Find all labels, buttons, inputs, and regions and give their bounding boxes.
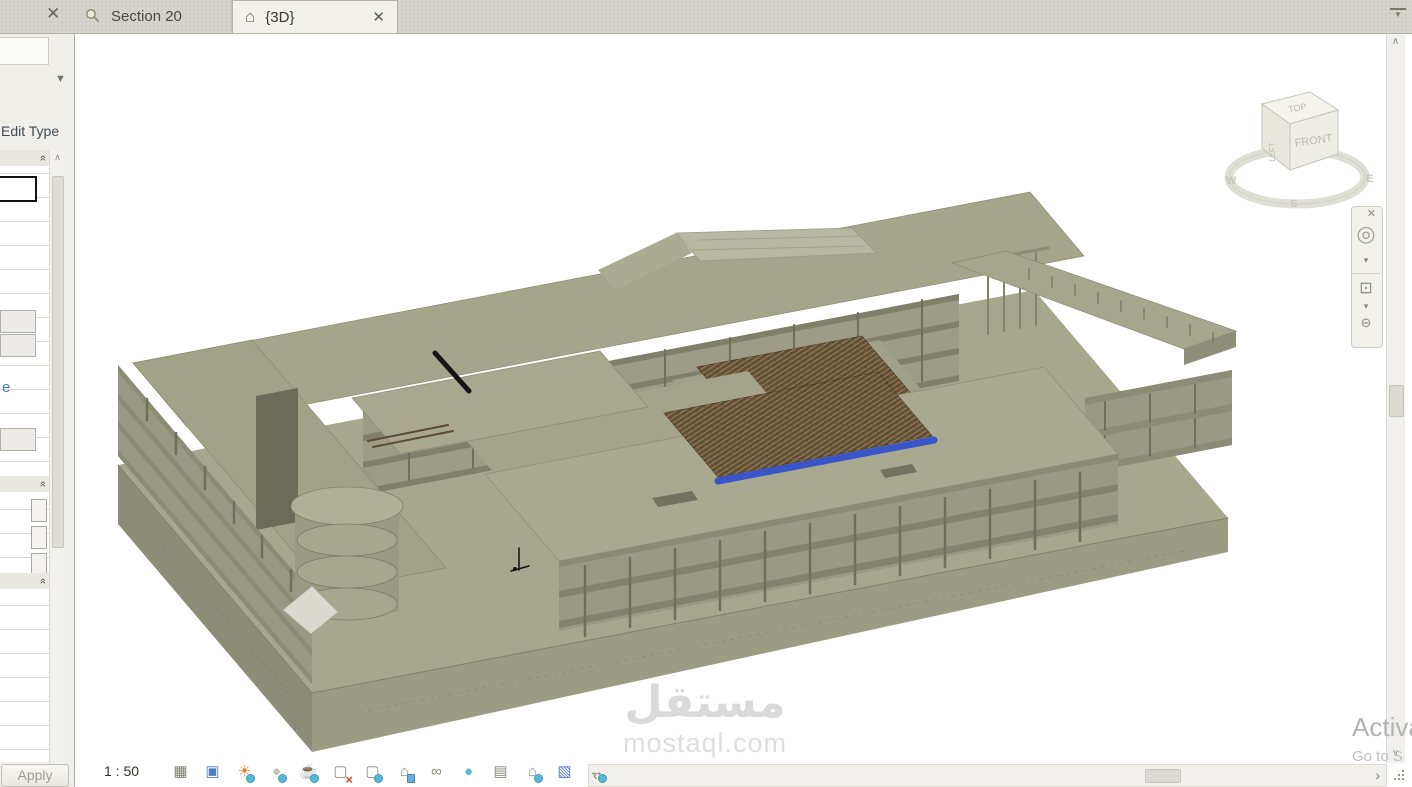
group-header[interactable]: » <box>0 150 49 166</box>
compass-south-label[interactable]: S <box>1290 198 1297 210</box>
shadows-icon[interactable]: ● <box>264 761 289 784</box>
type-selector[interactable] <box>0 37 49 65</box>
tab-3d[interactable]: ⌂ {3D} ✕ <box>232 0 398 33</box>
detail-level-icon[interactable]: ▦ <box>168 761 193 784</box>
apply-button[interactable]: Apply <box>1 764 69 787</box>
spiral-ramp-tower <box>282 486 404 635</box>
tab-label: {3D} <box>265 8 295 26</box>
navigation-bar: ✕ ◎ ▾ ⊡ ▾ ⊖ <box>1351 206 1383 348</box>
scrollbar-thumb[interactable] <box>1145 769 1181 783</box>
scroll-right-icon[interactable]: › <box>1375 766 1380 784</box>
double-chevron-down-icon[interactable]: ▼ <box>1390 8 1406 20</box>
reveal-hidden-elements-icon[interactable]: ● <box>456 761 481 784</box>
property-value-button[interactable] <box>0 334 36 357</box>
sun-path-icon[interactable]: ☀ <box>232 761 257 784</box>
section-marker-icon <box>86 9 100 23</box>
zoom-region-icon[interactable]: ⊡ <box>1352 273 1380 298</box>
compass-west-label[interactable]: W <box>1226 175 1237 187</box>
search-type-input[interactable] <box>0 176 37 202</box>
group-header[interactable]: » <box>0 573 49 589</box>
scrollbar-thumb[interactable] <box>52 176 64 548</box>
group-header[interactable]: » <box>0 476 49 492</box>
reveal-constraints-icon[interactable]: ↔ <box>584 761 609 784</box>
scroll-up-icon[interactable]: ∧ <box>50 152 65 163</box>
tab-label: Section 20 <box>111 7 182 25</box>
scroll-down-icon[interactable]: ∨ <box>1387 748 1404 759</box>
collapse-icon[interactable]: ⊖ <box>1352 315 1380 331</box>
building-model[interactable] <box>117 191 1238 752</box>
viewcube[interactable]: TOP FRONT LEFT W S E <box>1222 82 1382 212</box>
temporary-hide-isolate-icon[interactable]: ∞ <box>424 761 449 784</box>
property-checkbox[interactable] <box>31 526 47 549</box>
displacement-sets-icon[interactable]: ▧ <box>552 761 577 784</box>
show-crop-region-icon[interactable]: ▢ <box>360 761 385 784</box>
horizontal-scrollbar[interactable]: ‹ › <box>588 764 1387 787</box>
viewcube-left-label: LEFT <box>1268 142 1277 162</box>
visual-style-icon[interactable]: ▣ <box>200 761 225 784</box>
property-value-button[interactable] <box>0 428 36 451</box>
tab-section-20[interactable]: Section 20 <box>74 0 232 32</box>
panel-scrollbar[interactable]: ∧ ∨ <box>49 150 66 787</box>
view-control-icons: ▦ ▣ ☀ ● ☕ ▢ × ▢ ⌂ ∞ ● ▤ ⌂ ▧ ↔ <box>168 761 609 786</box>
view-tab-bar: ✕ Section 20 ⌂ {3D} ✕ ▼ <box>0 0 1412 34</box>
analytical-model-icon[interactable]: ⌂ <box>520 761 545 784</box>
temporary-view-properties-icon[interactable]: ▤ <box>488 761 513 784</box>
compass-east-label[interactable]: E <box>1366 173 1373 185</box>
close-icon[interactable]: ✕ <box>372 8 385 26</box>
model-canvas-3d-view[interactable] <box>0 0 1412 787</box>
chevron-down-icon[interactable]: ▾ <box>1352 255 1380 266</box>
scale-button[interactable]: 1 : 50 <box>104 763 139 779</box>
resize-grip[interactable] <box>1392 768 1406 782</box>
property-value-button[interactable] <box>0 310 36 333</box>
close-icon[interactable]: ✕ <box>46 4 60 24</box>
edit-type-button[interactable]: Edit Type <box>1 123 59 139</box>
property-checkbox[interactable] <box>31 499 47 522</box>
crop-view-icon[interactable]: ▢ × <box>328 761 353 786</box>
chevron-down-icon[interactable]: ▼ <box>55 73 66 85</box>
edit-link-partial[interactable]: e <box>2 379 10 396</box>
vertical-scrollbar[interactable]: ∧ ∨ <box>1386 33 1405 763</box>
properties-rows: » e » » » <box>0 150 49 762</box>
scroll-up-icon[interactable]: ∧ <box>1387 36 1404 47</box>
revit-window: مستقل mostaql.com ✕ Section 20 ⌂ {3D} ✕ … <box>0 0 1412 787</box>
unlock-3d-view-icon[interactable]: ⌂ <box>392 761 417 784</box>
scrollbar-thumb[interactable] <box>1389 385 1404 417</box>
home-icon: ⌂ <box>245 7 256 26</box>
properties-palette: ▼ Edit Type » e » » » ∧ ∨ Apply <box>0 33 75 787</box>
close-icon[interactable]: ✕ <box>1352 207 1380 220</box>
rendering-dialog-icon[interactable]: ☕ <box>296 761 321 784</box>
view-control-bar: 1 : 50 ▦ ▣ ☀ ● ☕ ▢ × ▢ ⌂ ∞ ● ▤ ⌂ ▧ ↔ <box>75 761 607 786</box>
steering-wheel-icon[interactable]: ◎ <box>1352 221 1380 247</box>
chevron-down-icon[interactable]: ▾ <box>1352 301 1380 312</box>
